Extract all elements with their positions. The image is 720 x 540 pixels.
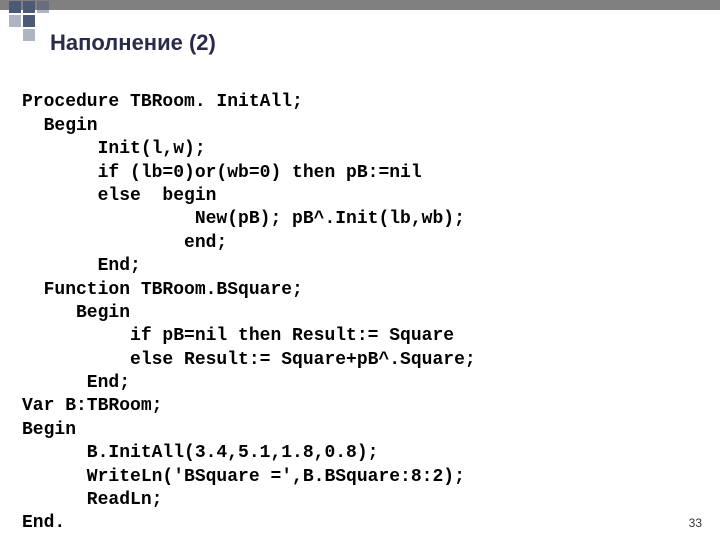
code-line: Init(l,w); [22, 139, 206, 159]
code-line: ReadLn; [22, 490, 162, 510]
code-line: New(pB); pB^.Init(lb,wb); [22, 209, 465, 229]
code-line: if (lb=0)or(wb=0) then pB:=nil [22, 163, 422, 183]
code-line: WriteLn('BSquare =',B.BSquare:8:2); [22, 467, 465, 487]
code-line: B.InitAll(3.4,5.1,1.8,0.8); [22, 443, 378, 463]
slide-title: Наполнение (2) [50, 30, 216, 56]
page-number: 33 [689, 516, 702, 530]
code-line: end; [22, 233, 227, 253]
code-line: End; [22, 373, 130, 393]
code-block: Procedure TBRoom. InitAll; Begin Init(l,… [22, 68, 476, 536]
code-line: End; [22, 256, 141, 276]
code-line: if pB=nil then Result:= Square [22, 326, 454, 346]
code-line: Begin [22, 116, 98, 136]
corner-squares-decoration [8, 0, 50, 42]
top-accent-bar [0, 0, 720, 10]
code-line: Function TBRoom.BSquare; [22, 280, 303, 300]
code-line: Var B:TBRoom; [22, 396, 162, 416]
code-line: else begin [22, 186, 216, 206]
code-line: Begin [22, 420, 76, 440]
code-line: Begin [22, 303, 130, 323]
code-line: else Result:= Square+pB^.Square; [22, 350, 476, 370]
code-line: Procedure TBRoom. InitAll; [22, 92, 303, 112]
code-line: End. [22, 513, 65, 533]
